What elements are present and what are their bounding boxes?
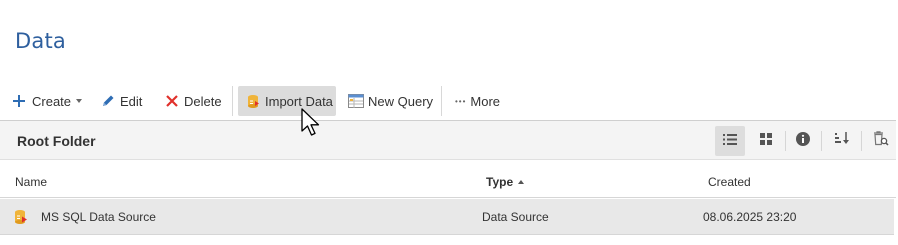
create-button[interactable]: Create: [12, 86, 83, 116]
page-title: Data: [15, 29, 66, 53]
column-header-created[interactable]: Created: [708, 175, 751, 189]
table-row[interactable]: MS SQL Data Source Data Source 08.06.202…: [0, 199, 894, 235]
folder-bar-divider: [821, 131, 822, 151]
more-button-label: More: [470, 93, 501, 109]
info-icon: [796, 131, 810, 151]
row-created: 08.06.2025 23:20: [703, 210, 797, 224]
plus-icon: [12, 94, 26, 108]
grid-view-icon: [760, 132, 772, 150]
chevron-down-icon: [76, 99, 83, 103]
grid-view-button[interactable]: [751, 126, 781, 156]
ellipsis-icon: •••: [455, 96, 467, 106]
list-view-icon: [723, 132, 737, 150]
mouse-cursor-icon: [301, 108, 321, 143]
toolbar-divider: [232, 86, 233, 116]
import-database-icon: [247, 94, 261, 109]
row-name: MS SQL Data Source: [41, 210, 156, 224]
folder-header: Root Folder: [0, 120, 896, 160]
sort-icon: [835, 132, 849, 150]
folder-bar-divider: [785, 131, 786, 151]
list-view-button[interactable]: [715, 126, 745, 156]
close-icon: [165, 94, 179, 108]
pencil-icon: [101, 94, 115, 108]
info-button[interactable]: [788, 126, 818, 156]
sort-button[interactable]: [827, 126, 857, 156]
query-table-icon: [348, 94, 364, 108]
create-button-label: Create: [32, 93, 72, 109]
import-data-button[interactable]: Import Data: [238, 86, 336, 116]
toolbar-divider: [441, 86, 442, 116]
column-header-label: Created: [708, 175, 751, 189]
row-type: Data Source: [482, 210, 549, 224]
new-query-button[interactable]: New Query: [348, 86, 433, 116]
toolbar: Create Edit Delete Import Data New Query…: [0, 86, 898, 116]
edit-button[interactable]: Edit: [101, 86, 142, 116]
edit-button-label: Edit: [120, 93, 143, 109]
recycle-bin-button[interactable]: [866, 126, 896, 156]
new-query-button-label: New Query: [368, 93, 434, 109]
folder-bar-divider: [861, 131, 862, 151]
column-header-name[interactable]: Name: [15, 175, 47, 189]
folder-title: Root Folder: [17, 133, 96, 149]
delete-button-label: Delete: [184, 93, 222, 109]
column-header-label: Name: [15, 175, 48, 189]
import-data-button-label: Import Data: [265, 93, 333, 109]
grid-header: Name Type Created: [0, 162, 896, 198]
column-header-type[interactable]: Type: [486, 175, 525, 189]
delete-button[interactable]: Delete: [165, 86, 222, 116]
column-header-label: Type: [486, 175, 514, 189]
recycle-bin-search-icon: [873, 131, 889, 151]
data-source-icon: [14, 209, 29, 230]
sort-ascending-icon: [518, 180, 525, 184]
more-button[interactable]: ••• More: [455, 86, 500, 116]
